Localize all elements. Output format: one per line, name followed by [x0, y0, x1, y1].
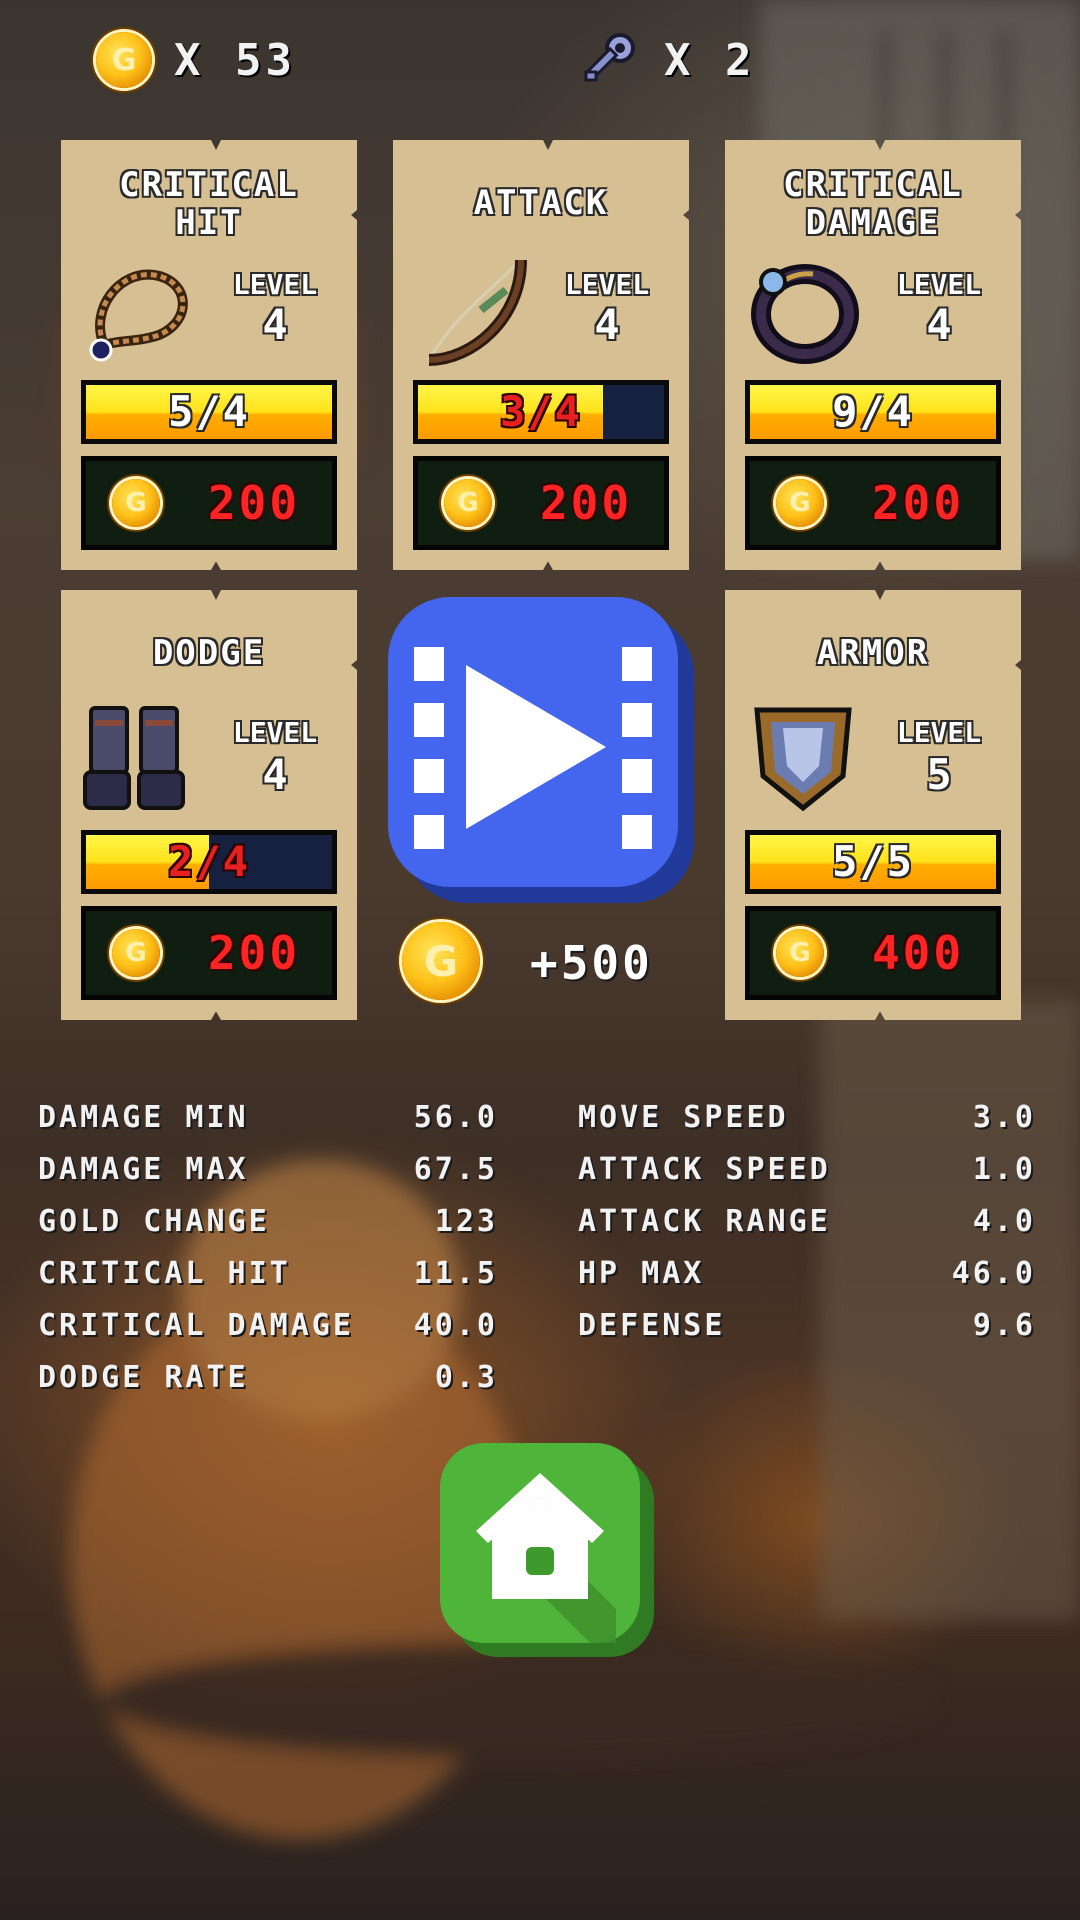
coin-counter: G X 53 [96, 28, 296, 92]
card-title: DODGE [152, 633, 266, 673]
price-text: 200 [207, 926, 301, 980]
progress-text: 9/4 [832, 387, 914, 436]
stat-row: GOLD CHANGE 123 [38, 1204, 498, 1239]
video-play-icon [388, 597, 694, 903]
gold-coin-icon: G [444, 479, 492, 527]
level-value: 4 [262, 300, 288, 349]
gauntlets-icon [83, 706, 185, 810]
gold-coin-icon: G [96, 32, 152, 88]
gold-coin-icon: G [112, 479, 160, 527]
level-label: LEVEL [896, 268, 982, 301]
upgrade-card-critical-damage: CRITICAL DAMAGE LEVEL 4 9/4 G 200 [725, 140, 1021, 570]
progress-bar: 5/4 [81, 380, 337, 444]
stat-row: MOVE SPEED 3.0 [578, 1100, 1036, 1135]
price-text: 400 [871, 926, 965, 980]
stat-row: DEFENSE 9.6 [578, 1308, 1036, 1343]
card-title: ATTACK [473, 183, 609, 223]
card-title: CRITICAL HIT [119, 165, 299, 243]
progress-bar: 3/4 [413, 380, 669, 444]
home-button[interactable] [440, 1443, 654, 1657]
level-value: 4 [926, 300, 952, 349]
stat-row: ATTACK SPEED 1.0 [578, 1152, 1036, 1187]
necklace-icon [89, 269, 188, 362]
home-icon [440, 1443, 654, 1657]
video-reward-text: +500 [530, 936, 653, 990]
gold-coin-icon: G [402, 922, 480, 1000]
card-title: ARMOR [816, 633, 930, 673]
ring-icon [751, 264, 859, 364]
progress-text: 2/4 [168, 837, 250, 886]
upgrade-buy-button[interactable]: G 200 [81, 456, 337, 550]
price-text: 200 [207, 476, 301, 530]
key-counter: X 2 [578, 28, 755, 92]
level-label: LEVEL [232, 268, 318, 301]
shield-icon [754, 707, 852, 812]
price-text: 200 [871, 476, 965, 530]
key-icon [584, 33, 635, 82]
level-label: LEVEL [896, 716, 982, 749]
upgrade-buy-button[interactable]: G 200 [413, 456, 669, 550]
level-value: 4 [594, 300, 620, 349]
progress-bar: 9/4 [745, 380, 1001, 444]
stats-left-panel: DAMAGE MIN 56.0 DAMAGE MAX 67.5 GOLD CHANG… [38, 1092, 498, 1404]
upgrade-buy-button[interactable]: G 400 [745, 906, 1001, 1000]
price-text: 200 [539, 476, 633, 530]
progress-bar: 2/4 [81, 830, 337, 894]
upgrade-buy-button[interactable]: G 200 [745, 456, 1001, 550]
stat-row: ATTACK RANGE 4.0 [578, 1204, 1036, 1239]
progress-text: 5/4 [168, 387, 250, 436]
level-value: 4 [262, 750, 288, 799]
progress-text: 3/4 [500, 387, 582, 436]
progress-text: 5/5 [832, 837, 914, 886]
upgrade-card-dodge: DODGE LEVEL 4 2/4 G 200 [61, 590, 357, 1020]
upgrade-card-armor: ARMOR LEVEL 5 5/5 G 400 [725, 590, 1021, 1020]
gold-coin-icon: G [776, 929, 824, 977]
coin-count-text: X 53 [174, 34, 296, 86]
stat-row: DAMAGE MAX 67.5 [38, 1152, 498, 1187]
level-label: LEVEL [232, 716, 318, 749]
stat-row: CRITICAL HIT 11.5 [38, 1256, 498, 1291]
upgrade-buy-button[interactable]: G 200 [81, 906, 337, 1000]
upgrade-card-critical-hit: CRITICAL HIT LEVEL 4 5/4 G 200 [61, 140, 357, 570]
level-value: 5 [926, 750, 952, 799]
card-title: CRITICAL DAMAGE [783, 165, 963, 243]
stat-row: HP MAX 46.0 [578, 1256, 1036, 1291]
stats-right-panel: MOVE SPEED 3.0 ATTACK SPEED 1.0 ATTACK RAN… [578, 1092, 1036, 1352]
stat-row: CRITICAL DAMAGE 40.0 [38, 1308, 498, 1343]
level-label: LEVEL [564, 268, 650, 301]
stat-row: DAMAGE MIN 56.0 [38, 1100, 498, 1135]
upgrade-card-attack: ATTACK LEVEL 4 3/4 G 200 [393, 140, 689, 570]
watch-video-button[interactable] [388, 597, 694, 903]
bow-icon [427, 258, 527, 366]
stat-row: DODGE RATE 0.3 [38, 1360, 498, 1395]
progress-bar: 5/5 [745, 830, 1001, 894]
gold-coin-icon: G [776, 479, 824, 527]
gold-coin-icon: G [112, 929, 160, 977]
key-count-text: X 2 [664, 34, 756, 86]
